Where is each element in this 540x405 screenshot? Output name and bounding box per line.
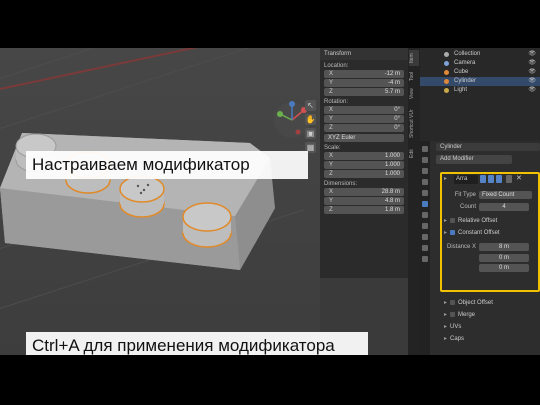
properties-editor: Cylinder Add Modifier ▸ Arra ✕ Fit Type …	[420, 141, 540, 355]
tab-shortcut[interactable]: Shortcut VUr	[409, 104, 419, 144]
count-row: Count 4	[446, 203, 534, 212]
properties-tabs	[420, 141, 430, 355]
rotation-x-field[interactable]: X 0°	[324, 106, 404, 114]
stud-4	[182, 202, 232, 248]
relative-offset-row[interactable]: ▸ Relative Offset	[444, 217, 497, 226]
modifier-tab-icon[interactable]	[422, 201, 428, 207]
rotation-label: Rotation:	[324, 99, 349, 105]
constant-offset-checkbox[interactable]	[450, 229, 456, 235]
fit-type-row: Fit Type Fixed Count	[446, 191, 534, 200]
stud-3	[119, 175, 165, 218]
object-offset-row[interactable]: ▸ Object Offset	[444, 299, 493, 308]
distance-x-row: Distance X 8 m	[446, 243, 534, 252]
distance-z-field[interactable]: 0 m	[479, 264, 529, 272]
distance-x-label: Distance X	[446, 244, 476, 250]
location-label: Location:	[324, 63, 349, 69]
outliner-row-cube[interactable]: Cube 👁	[420, 68, 540, 77]
expand-arrow-icon[interactable]: ▸	[444, 312, 447, 318]
transform-panel: Transform Location: X -12 m Y -4 m Z 5.7 m …	[320, 48, 408, 278]
outliner-row-light[interactable]: Light 👁	[420, 86, 540, 95]
expand-arrow-icon[interactable]: ▸	[444, 324, 447, 330]
tool-tab-icon[interactable]	[422, 146, 428, 152]
dimensions-z-field[interactable]: Z 1.8 m	[324, 206, 404, 214]
particles-tab-icon[interactable]	[422, 212, 428, 218]
constant-offset-row[interactable]: ▸ Constant Offset	[444, 229, 500, 238]
caption-bottom: Ctrl+A для применения модификатора	[26, 332, 368, 355]
merge-checkbox[interactable]	[450, 311, 456, 317]
rotation-mode-select[interactable]: XYZ Euler	[324, 134, 404, 142]
collapse-arrow-icon[interactable]: ▸	[444, 175, 447, 184]
outliner-row-collection[interactable]: Collection 👁	[420, 50, 540, 59]
output-tab-icon[interactable]	[422, 168, 428, 174]
hand-icon[interactable]: ✋	[305, 114, 316, 125]
lego-brick[interactable]	[0, 48, 320, 355]
dimensions-label: Dimensions:	[324, 181, 358, 187]
fit-type-select[interactable]: Fixed Count	[479, 191, 532, 199]
physics-tab-icon[interactable]	[422, 223, 428, 229]
constraints-tab-icon[interactable]	[422, 234, 428, 240]
location-x-field[interactable]: X -12 m	[324, 70, 404, 78]
location-z-field[interactable]: Z 5.7 m	[324, 88, 404, 96]
relative-offset-checkbox[interactable]	[450, 217, 456, 223]
sidebar-tabs: Item Tool View Shortcut VUr Edit	[408, 48, 420, 355]
eye-icon[interactable]: 👁	[528, 77, 536, 86]
3d-viewport[interactable]: ↖ ✋ ▣ ▦	[0, 48, 320, 355]
location-y-field[interactable]: Y -4 m	[324, 79, 404, 87]
tab-edit[interactable]: Edit	[409, 146, 419, 162]
distance-x-field[interactable]: 8 m	[479, 243, 529, 251]
scale-label: Scale:	[324, 145, 341, 151]
dimensions-x-field[interactable]: X 28.8 m	[324, 188, 404, 196]
rotation-y-field[interactable]: Y 0°	[324, 115, 404, 123]
outliner-row-camera[interactable]: Camera 👁	[420, 59, 540, 68]
eye-icon[interactable]: 👁	[528, 59, 536, 68]
cursor-icon[interactable]: ↖	[305, 100, 316, 111]
scene-tab-icon[interactable]	[422, 179, 428, 185]
scale-z-field[interactable]: Z 1.000	[324, 170, 404, 178]
material-tab-icon[interactable]	[422, 256, 428, 262]
count-label: Count	[459, 204, 476, 210]
outliner-row-cylinder[interactable]: Cylinder 👁	[420, 77, 540, 86]
expand-arrow-icon[interactable]: ▸	[444, 336, 447, 342]
outliner: Collection 👁 Camera 👁 Cube 👁 Cylinder 👁 Ligh…	[420, 48, 540, 141]
caption-top: Настраиваем модификатор	[26, 151, 308, 179]
dimensions-y-field[interactable]: Y 4.8 m	[324, 197, 404, 205]
close-icon[interactable]: ✕	[516, 175, 522, 183]
render-tab-icon[interactable]	[422, 157, 428, 163]
uvs-row[interactable]: ▸ UVs	[444, 323, 461, 332]
viewport-icon[interactable]	[488, 175, 494, 183]
expand-arrow-icon[interactable]: ▸	[444, 218, 447, 224]
tab-item[interactable]: Item	[409, 50, 419, 66]
render-icon[interactable]	[496, 175, 502, 183]
object-tab-icon[interactable]	[422, 190, 428, 196]
object-offset-checkbox[interactable]	[450, 299, 456, 305]
expand-arrow-icon[interactable]: ▸	[444, 300, 447, 306]
camera-icon[interactable]: ▣	[305, 128, 316, 139]
array-modifier-header[interactable]: ▸ Arra ✕	[444, 175, 536, 185]
object-name-field[interactable]: Cylinder	[436, 143, 540, 151]
rotation-z-field[interactable]: Z 0°	[324, 124, 404, 132]
data-tab-icon[interactable]	[422, 245, 428, 251]
distance-y-field[interactable]: 0 m	[479, 254, 529, 262]
eye-icon[interactable]: 👁	[528, 68, 536, 77]
eye-icon[interactable]: 👁	[528, 50, 536, 59]
scale-x-field[interactable]: X 1.000	[324, 152, 404, 160]
dropdown-icon[interactable]	[506, 175, 512, 183]
fit-type-label: Fit Type	[454, 192, 476, 198]
edit-mode-icon[interactable]	[480, 175, 486, 183]
tab-view[interactable]: View	[409, 86, 419, 102]
transform-header[interactable]: Transform	[320, 48, 408, 60]
count-field[interactable]: 4	[479, 203, 529, 211]
caps-row[interactable]: ▸ Caps	[444, 335, 464, 344]
add-modifier-button[interactable]: Add Modifier	[436, 155, 512, 164]
tab-tool[interactable]: Tool	[409, 68, 419, 84]
expand-arrow-icon[interactable]: ▸	[444, 230, 447, 236]
scale-y-field[interactable]: Y 1.000	[324, 161, 404, 169]
blender-window: ↖ ✋ ▣ ▦ Transform Location: X -12 m Y -4 m…	[0, 48, 540, 355]
modifier-name-field[interactable]: Arra	[454, 175, 478, 184]
merge-row[interactable]: ▸ Merge	[444, 311, 475, 320]
eye-icon[interactable]: 👁	[528, 86, 536, 95]
